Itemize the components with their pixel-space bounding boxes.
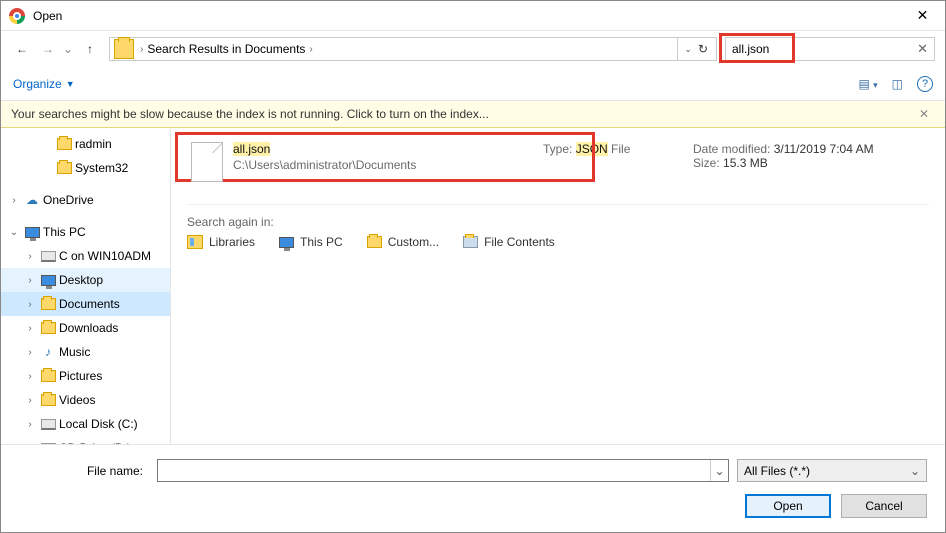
tree-item-label: Desktop — [59, 273, 103, 287]
tree-item-cd-drive-d-[interactable]: ›CD Drive (D:) — [1, 436, 170, 444]
search-input-wrapper[interactable]: ✕ — [725, 37, 935, 61]
tree-item-label: Local Disk (C:) — [59, 417, 138, 431]
chevron-down-icon[interactable]: ⌄ — [710, 460, 728, 481]
tree-item-this-pc[interactable]: ⌄ This PC — [1, 220, 170, 244]
tree-twisty[interactable]: › — [23, 299, 37, 310]
tree-twisty[interactable]: › — [23, 371, 37, 382]
tree-item-label: This PC — [43, 225, 86, 239]
tree-item-c-on-win10adm[interactable]: › C on WIN10ADM — [1, 244, 170, 268]
search-again-file-contents[interactable]: File Contents — [463, 235, 555, 249]
cloud-icon: ☁ — [23, 192, 41, 208]
tree-twisty[interactable]: › — [7, 195, 21, 206]
filename-label: File name: — [19, 464, 149, 478]
clear-search-button[interactable]: ✕ — [917, 41, 928, 57]
search-again-label: Custom... — [388, 235, 439, 249]
tree-twisty[interactable]: › — [23, 275, 37, 286]
search-again-label: Search again in: — [187, 215, 929, 229]
search-result-row[interactable]: all.json C:\Users\administrator\Document… — [187, 136, 929, 188]
tree-twisty[interactable]: › — [23, 419, 37, 430]
window-title: Open — [33, 9, 900, 23]
nav-tree[interactable]: radminSystem32›☁OneDrive⌄This PC›C on WI… — [1, 128, 171, 444]
folder-icon — [55, 136, 73, 152]
tree-twisty[interactable]: › — [23, 323, 37, 334]
search-again-custom-[interactable]: Custom... — [367, 235, 439, 249]
file-icon — [191, 142, 223, 182]
cancel-button[interactable]: Cancel — [841, 494, 927, 518]
tree-item-desktop[interactable]: › Desktop — [1, 268, 170, 292]
tree-item-pictures[interactable]: › Pictures — [1, 364, 170, 388]
chrome-icon — [9, 8, 25, 24]
breadcrumb-dropdown[interactable]: ⌄ — [684, 44, 692, 55]
tree-item-label: Pictures — [59, 369, 102, 383]
up-button[interactable]: ↑ — [79, 38, 101, 60]
tree-item-radmin[interactable]: radmin — [1, 132, 170, 156]
result-path: C:\Users\administrator\Documents — [233, 158, 533, 172]
tree-item-label: Music — [59, 345, 90, 359]
music-icon: ♪ — [39, 344, 57, 360]
folder-icon — [55, 160, 73, 176]
tree-twisty[interactable]: ⌄ — [7, 227, 21, 238]
tree-item-label: C on WIN10ADM — [59, 249, 151, 263]
open-button[interactable]: Open — [745, 494, 831, 518]
monitor-icon — [23, 224, 41, 240]
breadcrumb[interactable]: › Search Results in Documents › ⌄ ↻ — [109, 37, 717, 61]
search-again-label: File Contents — [484, 235, 555, 249]
chevron-right-icon: › — [305, 44, 316, 55]
preview-pane-button[interactable]: ◫ — [892, 77, 903, 91]
tree-item-label: Downloads — [59, 321, 118, 335]
tree-item-local-disk-c-[interactable]: › Local Disk (C:) — [1, 412, 170, 436]
filetype-filter-label: All Files (*.*) — [744, 464, 810, 478]
chevron-down-icon: ▼ — [66, 79, 75, 89]
result-meta: Date modified: 3/11/2019 7:04 AM Size: 1… — [693, 142, 874, 170]
tree-item-downloads[interactable]: › Downloads — [1, 316, 170, 340]
infobar-message: Your searches might be slow because the … — [11, 107, 913, 121]
tree-item-label: Videos — [59, 393, 95, 407]
tree-item-documents[interactable]: › Documents — [1, 292, 170, 316]
refresh-button[interactable]: ↻ — [698, 42, 708, 56]
folder-icon — [39, 392, 57, 408]
tree-item-label: radmin — [75, 137, 112, 151]
tree-item-system32[interactable]: System32 — [1, 156, 170, 180]
folder-icon — [39, 296, 57, 312]
history-dropdown[interactable]: ⌄ — [63, 42, 75, 56]
infobar-close-button[interactable]: ✕ — [913, 107, 935, 121]
tree-item-music[interactable]: ›♪Music — [1, 340, 170, 364]
filename-input[interactable]: ⌄ — [157, 459, 729, 482]
help-button[interactable]: ? — [917, 76, 933, 92]
tree-item-onedrive[interactable]: ›☁OneDrive — [1, 188, 170, 212]
result-type: Type: JSON File — [543, 142, 683, 156]
tree-item-label: OneDrive — [43, 193, 94, 207]
close-button[interactable]: ✕ — [900, 1, 945, 31]
tree-twisty[interactable]: › — [23, 395, 37, 406]
organize-menu[interactable]: Organize ▼ — [13, 77, 75, 91]
organize-label: Organize — [13, 77, 62, 91]
search-again-libraries[interactable]: Libraries — [187, 235, 255, 249]
back-button[interactable]: ← — [11, 38, 33, 60]
chevron-right-icon: › — [136, 44, 147, 55]
tree-twisty[interactable]: › — [23, 347, 37, 358]
drive-icon — [39, 248, 57, 264]
result-filename: all.json — [233, 142, 533, 156]
tree-item-label: System32 — [75, 161, 128, 175]
tree-twisty[interactable]: › — [23, 251, 37, 262]
tree-item-videos[interactable]: › Videos — [1, 388, 170, 412]
index-warning-bar[interactable]: Your searches might be slow because the … — [1, 101, 945, 128]
search-again-label: This PC — [300, 235, 343, 249]
folder-icon — [114, 39, 134, 59]
view-options-button[interactable]: ▤ ▾ — [858, 77, 877, 91]
filetype-filter[interactable]: All Files (*.*) ⌄ — [737, 459, 927, 482]
search-again-this-pc[interactable]: This PC — [279, 235, 343, 249]
breadcrumb-segment[interactable]: Search Results in Documents — [147, 42, 305, 56]
monitor-icon — [39, 272, 57, 288]
search-again-label: Libraries — [209, 235, 255, 249]
search-input[interactable] — [732, 42, 917, 56]
folder-icon — [39, 320, 57, 336]
folder-icon — [39, 368, 57, 384]
drive-icon — [39, 416, 57, 432]
forward-button[interactable]: → — [37, 38, 59, 60]
tree-item-label: Documents — [59, 297, 120, 311]
chevron-down-icon: ⌄ — [910, 464, 920, 478]
